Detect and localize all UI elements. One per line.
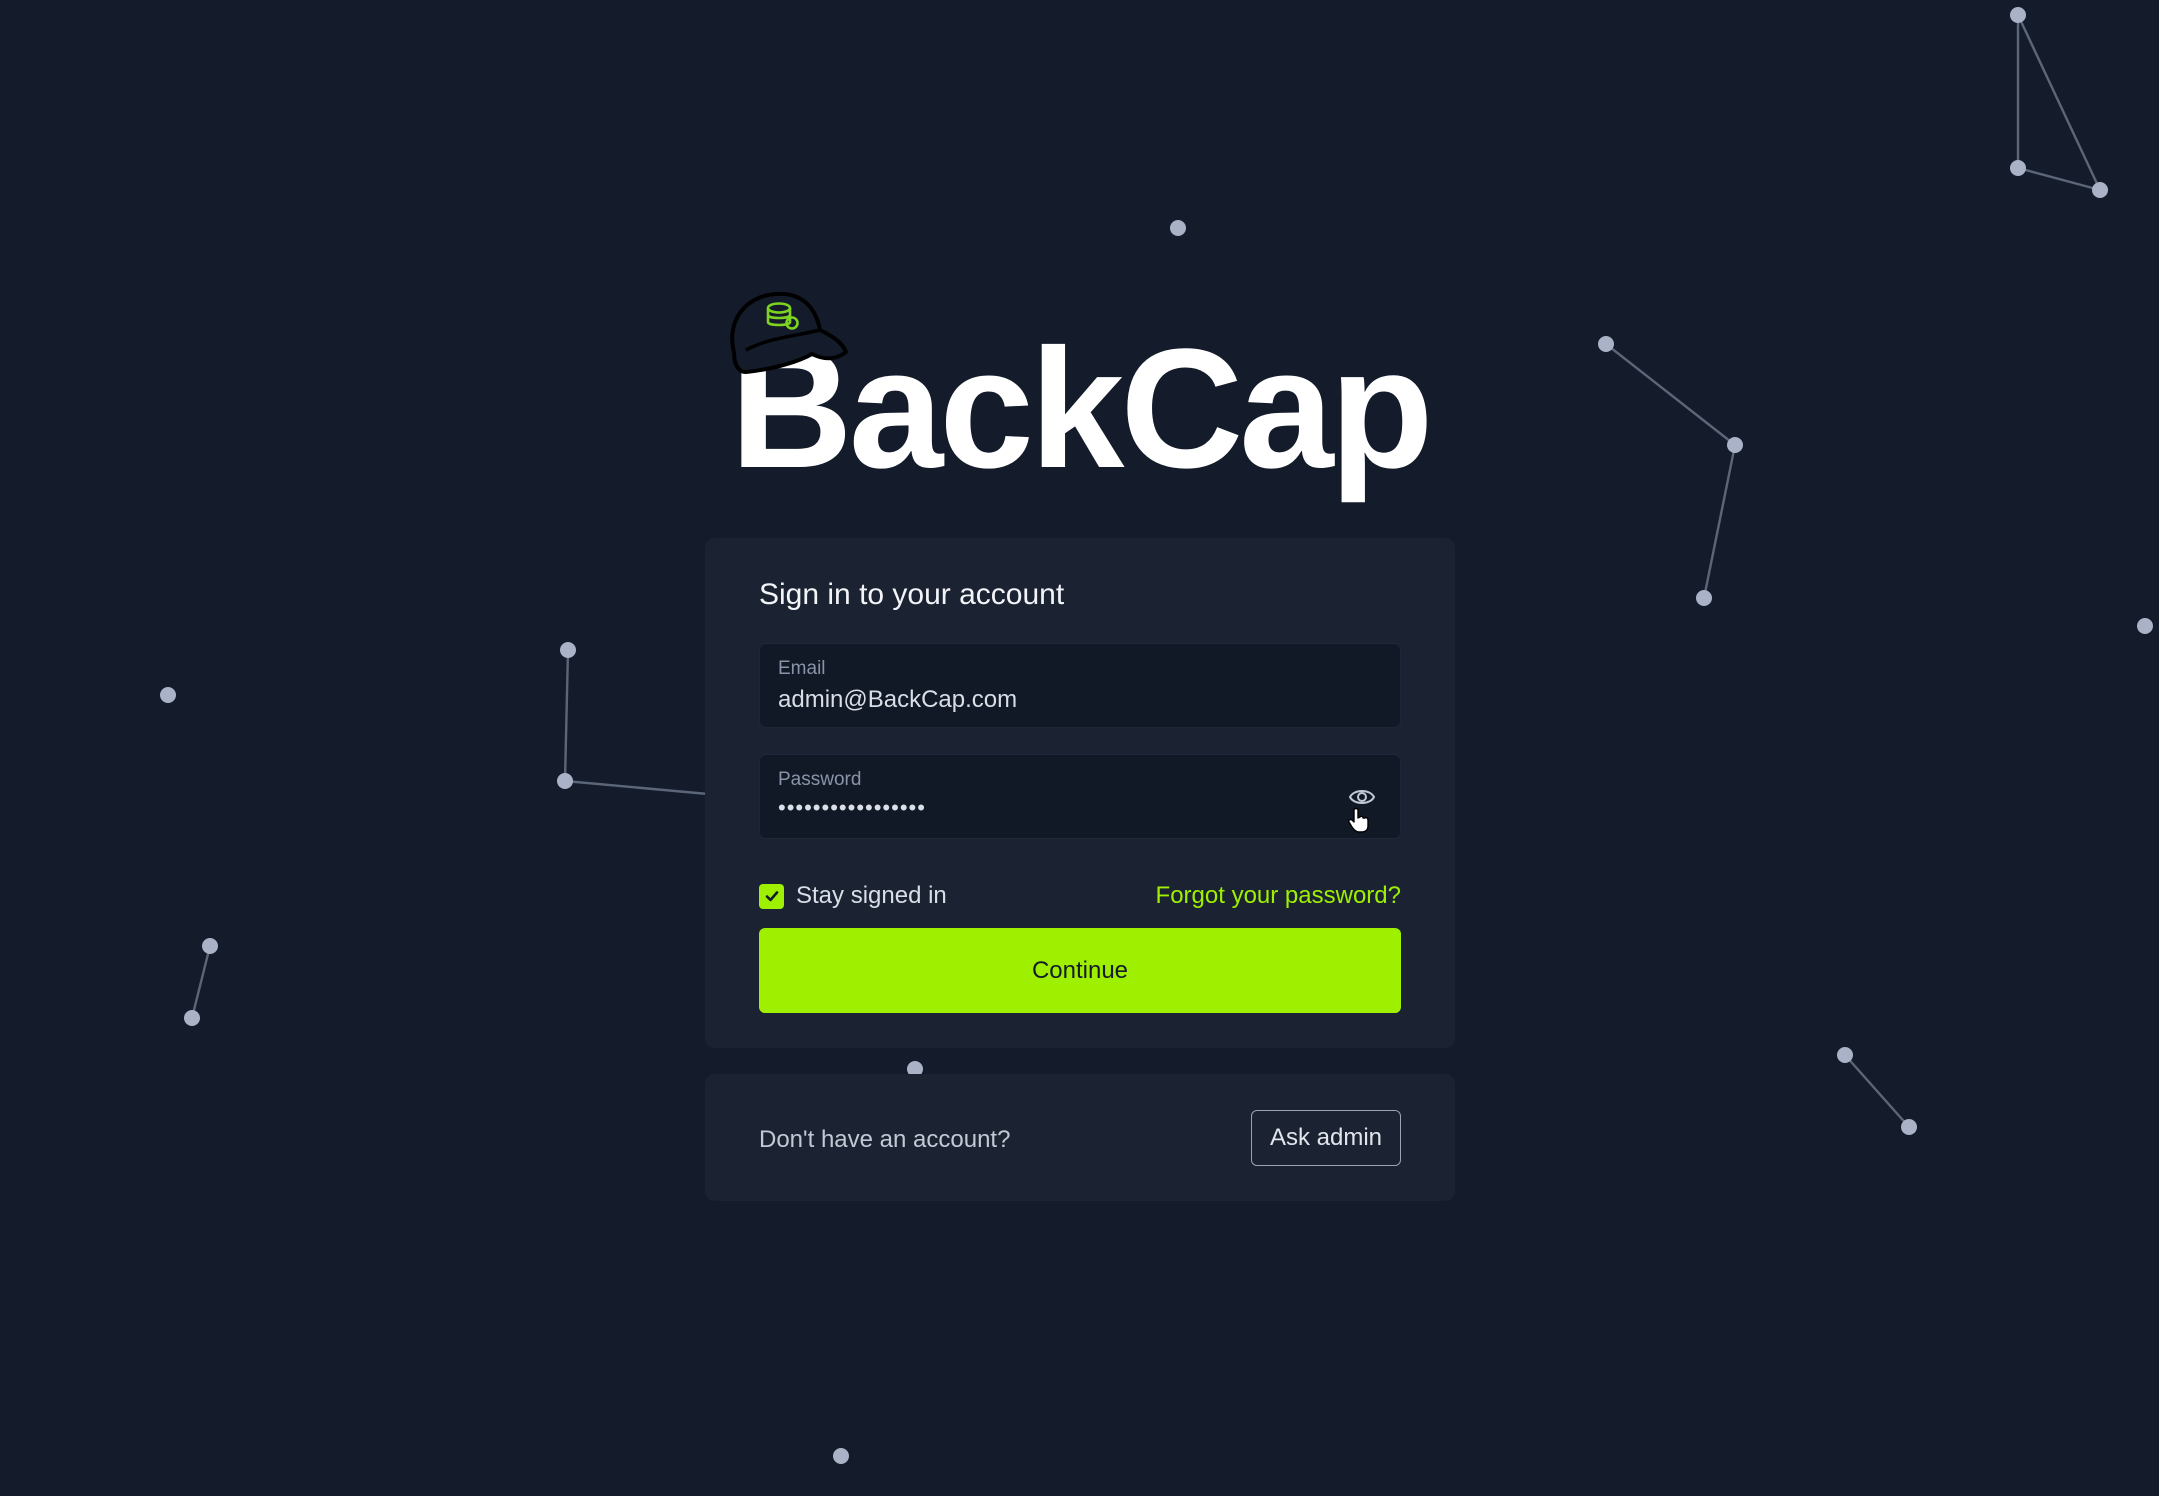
constellation-link bbox=[1702, 444, 1737, 599]
ask-admin-button[interactable]: Ask admin bbox=[1251, 1110, 1401, 1166]
stay-signed-in-row[interactable]: Stay signed in bbox=[759, 882, 947, 910]
email-label: Email bbox=[778, 658, 826, 679]
password-label: Password bbox=[778, 769, 862, 790]
constellation-node bbox=[560, 642, 576, 658]
eye-icon[interactable] bbox=[1348, 785, 1376, 809]
constellation-node bbox=[1901, 1119, 1917, 1135]
password-field[interactable]: Password ••••••••••••••••• bbox=[759, 754, 1401, 839]
constellation-node bbox=[1727, 437, 1743, 453]
constellation-link bbox=[564, 779, 709, 796]
password-input[interactable]: ••••••••••••••••• bbox=[778, 795, 1338, 821]
constellation-link bbox=[563, 649, 570, 782]
stay-signed-in-checkbox[interactable] bbox=[759, 883, 784, 909]
constellation-node bbox=[2137, 618, 2153, 634]
constellation-node bbox=[1598, 336, 1614, 352]
constellation-link bbox=[1605, 343, 1736, 446]
checkmark-icon bbox=[765, 891, 778, 902]
continue-button[interactable]: Continue bbox=[759, 928, 1401, 1013]
stay-signed-in-label: Stay signed in bbox=[796, 882, 947, 909]
constellation-node bbox=[1170, 220, 1186, 236]
constellation-link bbox=[2017, 166, 2101, 192]
constellation-node bbox=[1696, 590, 1712, 606]
constellation-node bbox=[557, 773, 573, 789]
signup-card: Don't have an account? Ask admin bbox=[705, 1074, 1455, 1201]
constellation-node bbox=[2010, 7, 2026, 23]
constellation-link bbox=[190, 945, 212, 1019]
email-input[interactable] bbox=[778, 686, 1338, 714]
forgot-password-link[interactable]: Forgot your password? bbox=[1156, 882, 1401, 910]
constellation-link bbox=[2016, 14, 2102, 191]
constellation-node bbox=[202, 938, 218, 954]
constellation-node bbox=[1837, 1047, 1853, 1063]
email-field[interactable]: Email bbox=[759, 643, 1401, 728]
baseball-cap-icon bbox=[730, 291, 848, 374]
constellation-node bbox=[184, 1010, 200, 1026]
signin-card: Sign in to your account Email Password •… bbox=[705, 538, 1455, 1048]
constellation-node bbox=[160, 687, 176, 703]
constellation-node bbox=[2010, 160, 2026, 176]
no-account-text: Don't have an account? bbox=[759, 1126, 1011, 1153]
constellation-node bbox=[2092, 182, 2108, 198]
page-title: Sign in to your account bbox=[759, 578, 1065, 611]
constellation-node bbox=[833, 1448, 849, 1464]
brand-logo: BackCap bbox=[724, 290, 1434, 510]
constellation-link bbox=[1844, 1054, 1910, 1128]
hand-cursor-icon bbox=[1348, 807, 1369, 833]
